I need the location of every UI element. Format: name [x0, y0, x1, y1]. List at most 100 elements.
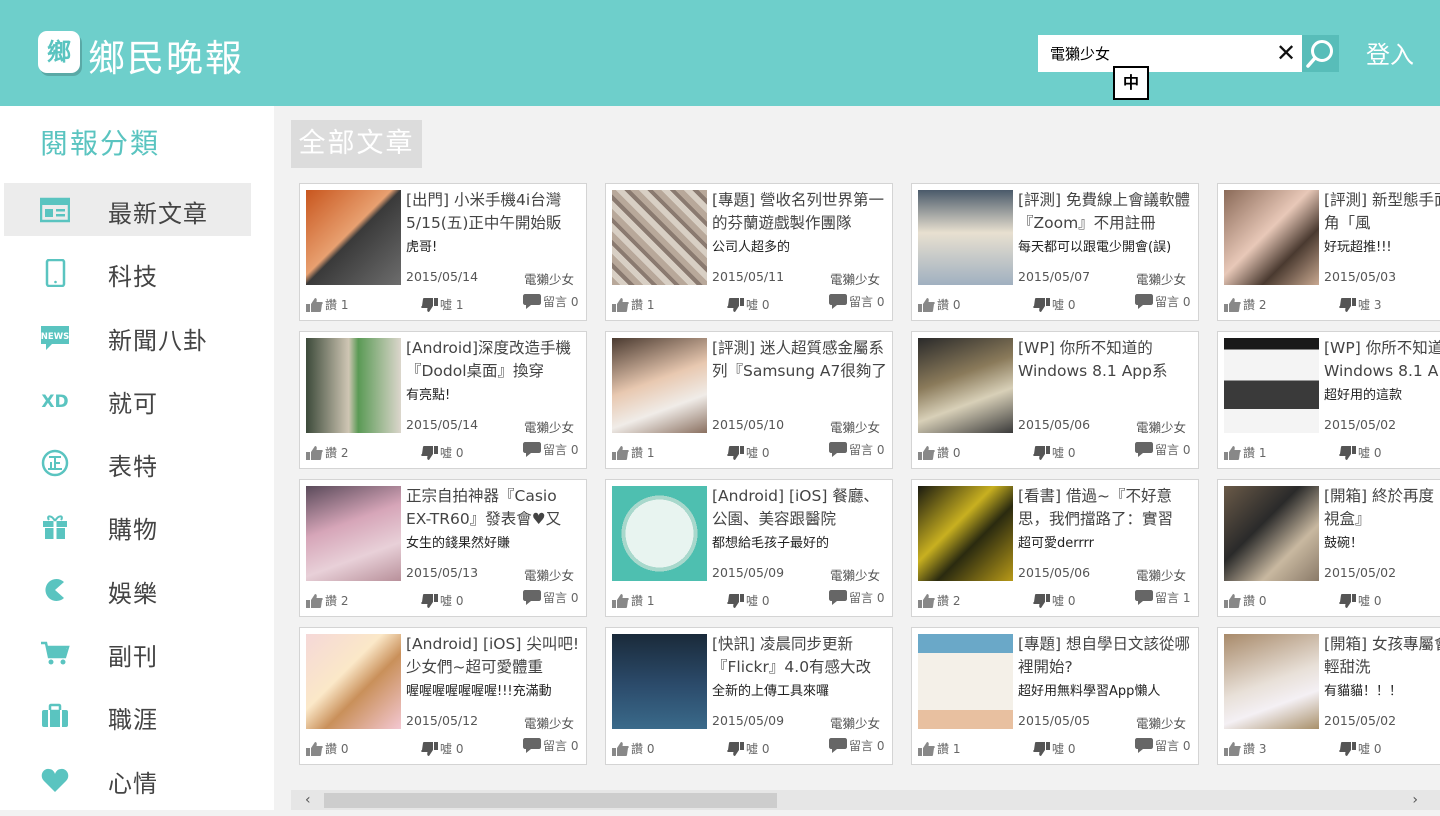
dislike-button[interactable]: 噓 0: [1339, 740, 1381, 757]
article-title[interactable]: [開箱] 終於再度『OVO電視盒』: [1324, 485, 1440, 531]
article-title[interactable]: [開箱] 女孩專屬會時間♥輕甜洗: [1324, 633, 1440, 679]
like-button[interactable]: 讚 2: [306, 592, 348, 609]
like-button[interactable]: 讚 1: [918, 740, 960, 757]
article-card[interactable]: [評測] 迷人超質感金屬系列『Samsung A7很夠了啦 2015/05/10 電…: [605, 331, 893, 469]
article-card[interactable]: [WP] 你所不知道的 Windows 8.1 App系 2015/05/06 電獺…: [911, 331, 1199, 469]
article-thumbnail[interactable]: [918, 634, 1013, 729]
comment-count[interactable]: 留言 0: [829, 293, 884, 310]
sidebar-item-gossip[interactable]: NEWS 新聞八卦: [4, 310, 251, 363]
like-button[interactable]: 讚 0: [306, 740, 348, 757]
article-title[interactable]: 正宗自拍神器『Casio EX-TR60』發表會♥又: [406, 485, 584, 531]
comment-count[interactable]: 留言 0: [829, 441, 884, 458]
ime-mode-indicator[interactable]: 中: [1113, 66, 1149, 100]
article-title[interactable]: [評測] 免費線上會議軟體『Zoom』不用註冊: [1018, 189, 1196, 235]
search-button[interactable]: [1302, 35, 1339, 72]
dislike-button[interactable]: 噓 0: [421, 592, 463, 609]
dislike-button[interactable]: 噓 0: [421, 444, 463, 461]
like-button[interactable]: 讚 0: [918, 444, 960, 461]
article-thumbnail[interactable]: [612, 190, 707, 285]
comment-count[interactable]: 留言 0: [829, 737, 884, 754]
comment-count[interactable]: 留言 0: [829, 589, 884, 606]
sidebar-item-shopping[interactable]: 購物: [4, 499, 251, 552]
scroll-right-arrow[interactable]: ›: [1412, 790, 1418, 810]
article-card[interactable]: [出門] 小米手機4i台灣5/15(五)正中午開始販 虎哥! 2015/05/14 電…: [299, 183, 587, 321]
dislike-button[interactable]: 噓 0: [727, 592, 769, 609]
sidebar-item-jiuke[interactable]: XD 就可: [4, 373, 251, 426]
like-button[interactable]: 讚 3: [1224, 740, 1266, 757]
login-button[interactable]: 登入: [1366, 35, 1414, 70]
article-thumbnail[interactable]: [306, 190, 401, 285]
article-title[interactable]: [看書] 借過~『不好意思，我們擋路了：實習: [1018, 485, 1196, 531]
horizontal-scrollbar[interactable]: ‹ ›: [291, 790, 1440, 810]
article-thumbnail[interactable]: [306, 634, 401, 729]
scrollbar-thumb[interactable]: [324, 793, 777, 808]
like-button[interactable]: 讚 2: [306, 444, 348, 461]
dislike-button[interactable]: 噓 0: [1033, 444, 1075, 461]
comment-count[interactable]: 留言 0: [523, 737, 578, 754]
article-thumbnail[interactable]: [612, 634, 707, 729]
dislike-button[interactable]: 噓 0: [727, 296, 769, 313]
article-card[interactable]: [開箱] 終於再度『OVO電視盒』鼓碗！ 2015/05/02 讚 0 噓 0: [1217, 479, 1440, 617]
search-input[interactable]: [1038, 35, 1268, 72]
article-card[interactable]: [Android] [iOS] 餐廳、公園、美容跟醫院 都想給毛孩子最好的 2015…: [605, 479, 893, 617]
article-card[interactable]: [評測] 免費線上會議軟體『Zoom』不用註冊 每天都可以跟電少開會(誤) 2015…: [911, 183, 1199, 321]
like-button[interactable]: 讚 1: [612, 592, 654, 609]
article-card[interactable]: [Android] [iOS] 尖叫吧!少女們~超可愛體重 喔喔喔喔喔喔喔!!!充…: [299, 627, 587, 765]
sidebar-item-beauty[interactable]: 表特: [4, 436, 251, 489]
dislike-button[interactable]: 噓 0: [727, 740, 769, 757]
clear-search-button[interactable]: ✕: [1272, 38, 1300, 69]
article-thumbnail[interactable]: [1224, 634, 1319, 729]
article-thumbnail[interactable]: [612, 486, 707, 581]
comment-count[interactable]: 留言 0: [1135, 737, 1190, 754]
article-card[interactable]: [專題] 想自學日文該從哪裡開始? 超好用無料學習App懶人 2015/05/05 電…: [911, 627, 1199, 765]
article-title[interactable]: [Android]深度改造手機『Dodol桌面』換穿: [406, 337, 584, 383]
like-button[interactable]: 讚 1: [1224, 444, 1266, 461]
article-thumbnail[interactable]: [306, 486, 401, 581]
like-button[interactable]: 讚 0: [1224, 592, 1266, 609]
article-card[interactable]: [WP] 你所不知道 Windows 8.1 A 超好用的這款 2015/05/02…: [1217, 331, 1440, 469]
like-button[interactable]: 讚 1: [306, 296, 348, 313]
dislike-button[interactable]: 噓 0: [421, 740, 463, 757]
article-card[interactable]: [開箱] 女孩專屬會時間♥輕甜洗有貓貓！！！ 2015/05/02 讚 3 噓 0: [1217, 627, 1440, 765]
dislike-button[interactable]: 噓 3: [1339, 296, 1381, 313]
dislike-button[interactable]: 噓 0: [1033, 296, 1075, 313]
article-thumbnail[interactable]: [918, 190, 1013, 285]
article-title[interactable]: [Android] [iOS] 餐廳、公園、美容跟醫院: [712, 485, 890, 531]
article-card[interactable]: [專題] 營收名列世界第一的芬蘭遊戲製作團隊 公司人超多的 2015/05/11 電獺…: [605, 183, 893, 321]
sidebar-item-supplement[interactable]: 副刊: [4, 626, 251, 679]
dislike-button[interactable]: 噓 0: [727, 444, 769, 461]
article-thumbnail[interactable]: [1224, 338, 1319, 433]
article-title[interactable]: [評測] 迷人超質感金屬系列『Samsung A7很夠了啦: [712, 337, 890, 383]
article-card[interactable]: 正宗自拍神器『Casio EX-TR60』發表會♥又 女生的錢果然好賺 2015/0…: [299, 479, 587, 617]
scroll-left-arrow[interactable]: ‹: [305, 790, 311, 810]
article-card[interactable]: [Android]深度改造手機『Dodol桌面』換穿 有亮點! 2015/05/14…: [299, 331, 587, 469]
article-thumbnail[interactable]: [918, 338, 1013, 433]
article-card[interactable]: [快訊] 凌晨同步更新『Flickr』4.0有感大改 全新的上傳工具來囉 2015/…: [605, 627, 893, 765]
sidebar-item-mood[interactable]: 心情: [4, 753, 251, 806]
article-title[interactable]: [快訊] 凌晨同步更新『Flickr』4.0有感大改: [712, 633, 890, 679]
comment-count[interactable]: 留言 0: [523, 441, 578, 458]
sidebar-item-career[interactable]: 職涯: [4, 689, 251, 742]
like-button[interactable]: 讚 1: [612, 444, 654, 461]
comment-count[interactable]: 留言 0: [1135, 441, 1190, 458]
like-button[interactable]: 讚 0: [612, 740, 654, 757]
article-card[interactable]: [看書] 借過~『不好意思，我們擋路了：實習 超可愛derrrr 2015/05/0…: [911, 479, 1199, 617]
like-button[interactable]: 讚 1: [612, 296, 654, 313]
comment-count[interactable]: 留言 1: [1135, 589, 1190, 606]
article-title[interactable]: [WP] 你所不知道 Windows 8.1 A: [1324, 337, 1440, 383]
article-title[interactable]: [專題] 營收名列世界第一的芬蘭遊戲製作團隊: [712, 189, 890, 235]
sidebar-item-entertainment[interactable]: 娛樂: [4, 563, 251, 616]
dislike-button[interactable]: 噓 0: [1033, 740, 1075, 757]
sidebar-item-latest[interactable]: 最新文章: [4, 183, 251, 236]
like-button[interactable]: 讚 2: [1224, 296, 1266, 313]
article-title[interactable]: [評測] 新型態手面自由視角「風: [1324, 189, 1440, 235]
article-thumbnail[interactable]: [918, 486, 1013, 581]
article-title[interactable]: [WP] 你所不知道的 Windows 8.1 App系: [1018, 337, 1196, 383]
article-title[interactable]: [專題] 想自學日文該從哪裡開始?: [1018, 633, 1196, 679]
comment-count[interactable]: 留言 0: [523, 293, 578, 310]
sidebar-item-tech[interactable]: 科技: [4, 246, 251, 299]
article-card[interactable]: [評測] 新型態手面自由視角「風好玩超推!!! 2015/05/03 讚 2 噓 …: [1217, 183, 1440, 321]
dislike-button[interactable]: 噓 1: [421, 296, 463, 313]
article-thumbnail[interactable]: [306, 338, 401, 433]
article-title[interactable]: [出門] 小米手機4i台灣5/15(五)正中午開始販: [406, 189, 584, 235]
